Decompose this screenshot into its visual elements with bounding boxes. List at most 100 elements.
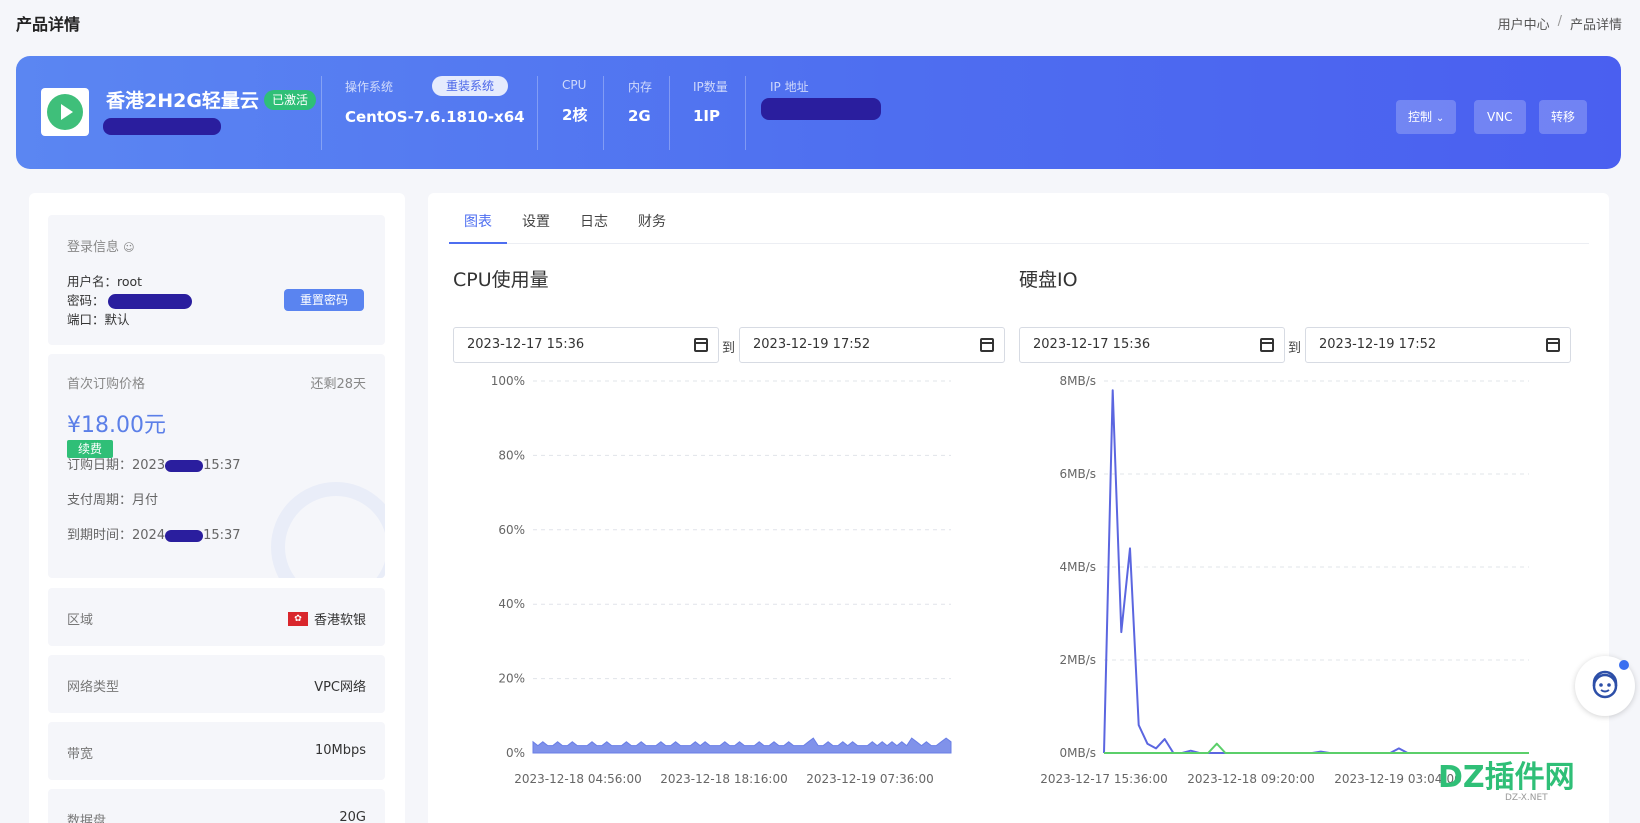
spec-mem-value: 2G	[628, 107, 651, 125]
pay-cycle: 支付周期：月付	[67, 489, 158, 508]
y-tick-label: 0%	[506, 746, 525, 760]
left-panel: 登录信息 ☺ 用户名：root 密码： 端口：默认 重置密码 首次订购价格 还剩…	[29, 193, 405, 823]
notification-dot	[1619, 660, 1629, 670]
expire-label: 到期时间：	[67, 528, 133, 543]
calendar-icon[interactable]	[980, 338, 994, 352]
port-value: 默认	[104, 312, 130, 327]
calendar-icon[interactable]	[1546, 338, 1560, 352]
username-value: root	[117, 274, 143, 289]
tab-charts[interactable]: 图表	[449, 214, 507, 244]
x-tick-label: 2023-12-18 09:20:00	[1187, 772, 1314, 786]
divider	[669, 76, 670, 150]
calendar-icon[interactable]	[694, 338, 708, 352]
first-price-label: 首次订购价格	[67, 377, 146, 392]
reset-password-button[interactable]: 重置密码	[284, 289, 364, 311]
reinstall-button[interactable]: 重装系统	[432, 76, 509, 96]
x-tick-label: 2023-12-18 18:16:00	[660, 772, 787, 786]
disk-start-datetime-value: 2023-12-17 15:36	[1033, 337, 1151, 352]
product-id-redacted	[103, 118, 221, 135]
user-icon: ☺	[123, 241, 135, 254]
disk-end-datetime-input[interactable]: 2023-12-19 17:52	[1305, 327, 1571, 363]
disk-start-datetime-input[interactable]: 2023-12-17 15:36	[1019, 327, 1285, 363]
support-button[interactable]	[1575, 656, 1635, 716]
cpu-end-datetime-input[interactable]: 2023-12-19 17:52	[739, 327, 1005, 363]
status-badge: 已激活	[264, 90, 317, 110]
username-label: 用户名：	[67, 274, 118, 289]
product-banner: 香港2H2G轻量云 已激活 操作系统 CentOS-7.6.1810-x64 重…	[16, 56, 1621, 169]
bandwidth-label: 带宽	[67, 747, 94, 762]
site-watermark-logo: DZ插件网	[1438, 760, 1575, 795]
control-button-label: 控制	[1408, 110, 1433, 124]
y-tick-label: 40%	[498, 597, 525, 611]
page-title: 产品详情	[16, 15, 81, 34]
order-date-prefix: 2023	[132, 458, 166, 473]
cpu-range-separator: 到	[722, 341, 736, 356]
order-date: 订购日期：2023 15:37	[67, 454, 241, 473]
login-username: 用户名：root	[67, 271, 142, 290]
expire-date: 到期时间：2024 15:37	[67, 524, 241, 543]
vnc-button[interactable]: VNC	[1474, 100, 1526, 134]
tab-logs[interactable]: 日志	[565, 214, 623, 244]
disk-range-separator: 到	[1288, 341, 1302, 356]
product-logo	[41, 88, 89, 136]
spec-mem: 内存 2G	[628, 78, 652, 125]
tab-finance[interactable]: 财务	[623, 214, 681, 244]
disk-chart-title: 硬盘IO	[1019, 269, 1078, 291]
info-row-region: 区域 ✿ 香港软银	[48, 588, 385, 646]
order-date-label: 订购日期：	[67, 458, 133, 473]
login-title: 登录信息 ☺	[67, 236, 135, 255]
cpu-chart-title: CPU使用量	[453, 269, 549, 291]
datadisk-value: 20G	[339, 810, 366, 823]
x-tick-label: 2023-12-18 04:56:00	[514, 772, 641, 786]
coin-bag-icon	[261, 482, 385, 578]
cpu-usage-chart: 100% 80% 60% 40% 20% 0% 2023-12-18 04:56:00 202…	[491, 374, 952, 786]
tab-settings[interactable]: 设置	[507, 214, 565, 244]
login-port: 端口：默认	[67, 309, 130, 328]
chevron-down-icon: ⌄	[1435, 113, 1445, 124]
hong-kong-flag-icon: ✿	[287, 611, 308, 626]
control-dropdown-button[interactable]: 控制 ⌄	[1396, 100, 1457, 134]
divider	[603, 76, 604, 150]
price-value: ¥18.00元	[67, 413, 166, 438]
calendar-icon[interactable]	[1260, 338, 1274, 352]
spec-cpu: CPU 2核	[562, 78, 587, 125]
region-value: ✿ 香港软银	[287, 609, 366, 628]
product-name: 香港2H2G轻量云	[106, 90, 259, 112]
expire-suffix: 15:37	[203, 528, 241, 543]
y-tick-label: 4MB/s	[1059, 560, 1096, 574]
site-watermark-sub: DZ-X.NET	[1505, 793, 1548, 803]
order-date-redacted	[165, 459, 204, 472]
cpu-end-datetime-value: 2023-12-19 17:52	[753, 337, 871, 352]
expire-redacted	[165, 529, 204, 542]
y-tick-label: 60%	[498, 523, 525, 537]
login-title-text: 登录信息	[67, 240, 120, 255]
pay-cycle-label: 支付周期：	[67, 493, 133, 508]
spec-ip: IP 地址	[770, 78, 809, 95]
login-card: 登录信息 ☺ 用户名：root 密码： 端口：默认 重置密码	[48, 215, 385, 345]
divider	[745, 76, 746, 150]
spec-ipcount-value: 1IP	[693, 107, 721, 125]
order-date-suffix: 15:37	[203, 458, 241, 473]
spec-cpu-label: CPU	[562, 78, 587, 92]
series-line-0	[1103, 389, 1529, 754]
info-row-bandwidth: 带宽 10Mbps	[48, 722, 385, 780]
cpu-start-datetime-input[interactable]: 2023-12-17 15:36	[453, 327, 719, 363]
datadisk-label: 数据盘	[67, 814, 107, 823]
port-label: 端口：	[67, 312, 105, 327]
play-icon	[47, 94, 83, 130]
y-tick-label: 2MB/s	[1059, 653, 1096, 667]
x-tick-label: 2023-12-17 15:36:00	[1040, 772, 1167, 786]
network-value: VPC网络	[314, 680, 366, 695]
transfer-button[interactable]: 转移	[1539, 100, 1588, 134]
divider	[321, 76, 322, 150]
region-label: 区域	[67, 613, 94, 628]
y-tick-label: 80%	[498, 448, 525, 462]
tab-bar: 图表 设置 日志 财务	[449, 214, 1589, 244]
y-tick-label: 6MB/s	[1059, 467, 1096, 481]
expire-prefix: 2024	[132, 528, 166, 543]
breadcrumb-separator: /	[1557, 14, 1562, 29]
spec-ip-label: IP 地址	[770, 80, 809, 94]
divider	[537, 76, 538, 150]
customer-service-icon	[1592, 670, 1618, 699]
breadcrumb-user-center[interactable]: 用户中心	[1498, 14, 1550, 33]
